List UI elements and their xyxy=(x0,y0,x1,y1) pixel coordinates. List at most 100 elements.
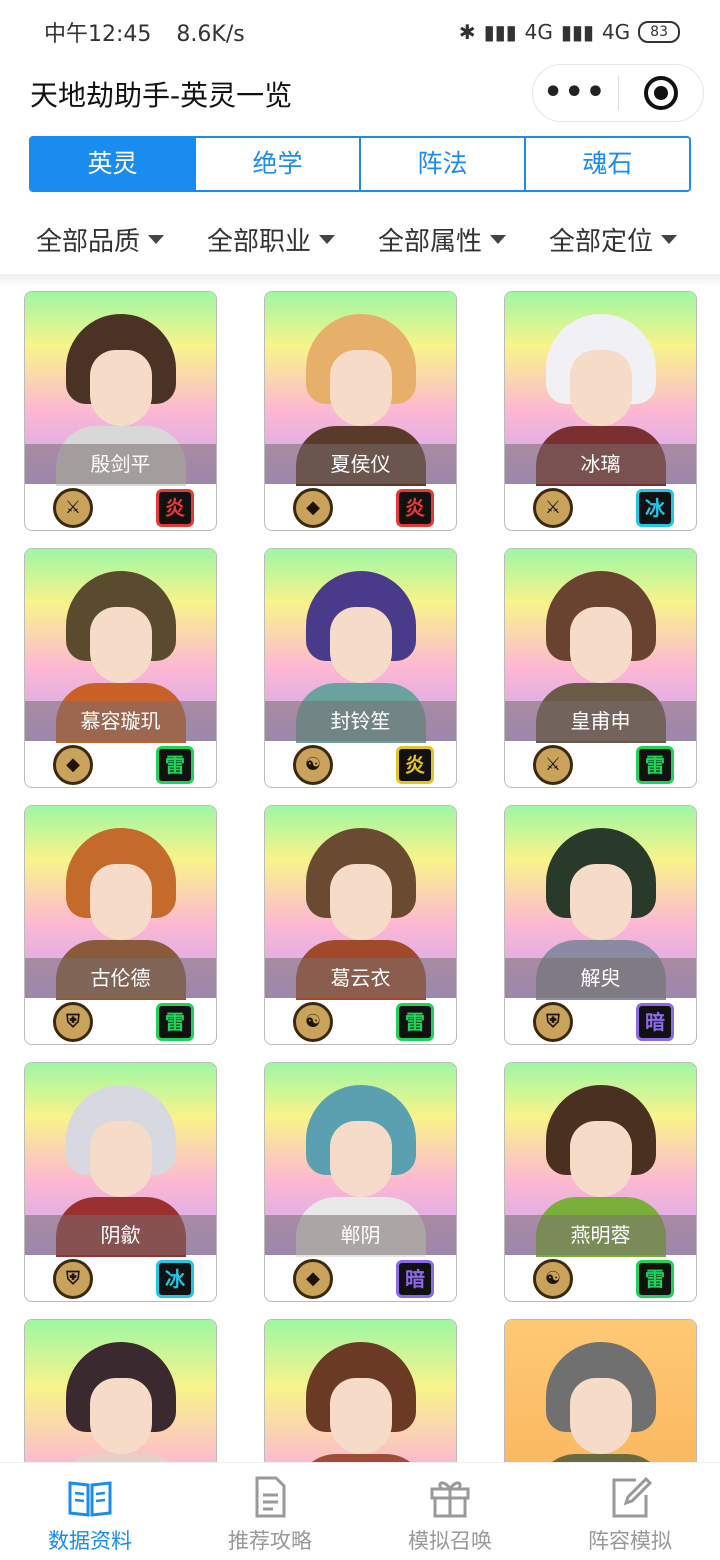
hero-face xyxy=(569,1378,632,1454)
tab-formations[interactable]: 阵法 xyxy=(359,138,524,190)
hero-body xyxy=(295,1454,426,1462)
hero-body xyxy=(55,1454,186,1462)
hero-card[interactable]: 封铃笙 ☯ 炎 xyxy=(264,548,457,788)
class-icon: ⛨ xyxy=(53,1002,93,1042)
more-menu-button[interactable]: ••• xyxy=(533,64,618,122)
class-icon: ☯ xyxy=(293,745,333,785)
caret-down-icon xyxy=(490,234,507,244)
tab-soul-stones[interactable]: 魂石 xyxy=(524,138,689,190)
hero-badges: ☯ 炎 xyxy=(265,741,456,787)
hero-name: 夏侯仪 xyxy=(265,444,456,484)
element-icon: 冰 xyxy=(156,1260,194,1298)
network-type-1: 4G xyxy=(524,20,553,44)
status-speed: 8.6K/s xyxy=(176,22,245,47)
hero-card[interactable]: 慕容璇玑 ◆ 雷 xyxy=(24,548,217,788)
bottom-nav: 数据资料 推荐攻略 模拟召唤 阵容模拟 xyxy=(0,1462,720,1560)
element-icon: 暗 xyxy=(636,1003,674,1041)
gift-icon xyxy=(430,1481,470,1518)
signal-icon: ▮▮▮ xyxy=(483,20,517,44)
nav-summon[interactable]: 模拟召唤 xyxy=(360,1463,540,1560)
caret-down-icon xyxy=(661,234,678,244)
element-icon: 炎 xyxy=(396,489,434,527)
hero-card[interactable]: 皇甫申 ⚔ 雷 xyxy=(504,548,697,788)
hero-face xyxy=(329,1378,392,1454)
filter-element[interactable]: 全部属性 xyxy=(378,206,549,272)
hero-name: 封铃笙 xyxy=(265,701,456,741)
status-time: 中午12:45 xyxy=(44,22,152,47)
target-icon xyxy=(643,76,678,110)
mini-program-capsule: ••• xyxy=(532,64,704,122)
hero-card[interactable]: 阴歙 ⛨ 冰 xyxy=(24,1062,217,1302)
class-icon: ☯ xyxy=(533,1259,573,1299)
hero-card[interactable]: 夏侯仪 ◆ 炎 xyxy=(264,291,457,531)
hero-figure xyxy=(55,1342,186,1462)
close-program-button[interactable] xyxy=(619,76,704,110)
nav-label: 模拟召唤 xyxy=(408,1529,492,1553)
hero-badges: ◆ 暗 xyxy=(265,1255,456,1301)
class-icon: ⛨ xyxy=(53,1259,93,1299)
tab-skills[interactable]: 绝学 xyxy=(194,138,359,190)
hero-card[interactable] xyxy=(24,1319,217,1462)
class-icon: ☯ xyxy=(293,1002,333,1042)
hero-body xyxy=(535,1454,666,1462)
hero-card[interactable]: 葛云衣 ☯ 雷 xyxy=(264,805,457,1045)
page-title: 天地劫助手-英灵一览 xyxy=(30,79,293,112)
filter-shadow xyxy=(0,274,720,286)
nav-guides[interactable]: 推荐攻略 xyxy=(180,1463,360,1560)
class-icon: ◆ xyxy=(293,488,333,528)
hero-badges: ⚔ 雷 xyxy=(505,741,696,787)
status-left: 中午12:45 8.6K/s xyxy=(44,16,263,48)
nav-label: 数据资料 xyxy=(48,1529,132,1553)
element-icon: 雷 xyxy=(636,746,674,784)
hero-grid: 殷剑平 ⚔ 炎夏侯仪 ◆ 炎冰璃 ⚔ 冰慕容璇玑 ◆ 雷封铃笙 ☯ 炎皇甫申 ⚔ 雷古伦德 ⛨ 雷葛云衣 ☯ 雷… xyxy=(0,290,720,1462)
hero-badges: ☯ 雷 xyxy=(265,998,456,1044)
hero-face xyxy=(569,1121,632,1197)
hero-card[interactable]: 殷剑平 ⚔ 炎 xyxy=(24,291,217,531)
filter-label: 全部属性 xyxy=(378,226,483,257)
hero-face xyxy=(89,1378,152,1454)
class-icon: ⚔ xyxy=(533,745,573,785)
nav-data[interactable]: 数据资料 xyxy=(0,1463,180,1560)
filter-bar: 全部品质 全部职业 全部属性 全部定位 xyxy=(0,206,720,272)
filter-label: 全部品质 xyxy=(36,226,141,257)
caret-down-icon xyxy=(148,234,165,244)
class-icon: ⚔ xyxy=(53,488,93,528)
filter-class[interactable]: 全部职业 xyxy=(207,206,378,272)
hero-face xyxy=(329,350,392,426)
hero-face xyxy=(569,864,632,940)
element-icon: 雷 xyxy=(156,746,194,784)
tab-heroes[interactable]: 英灵 xyxy=(31,138,194,190)
hero-face xyxy=(569,350,632,426)
filter-role[interactable]: 全部定位 xyxy=(549,206,720,272)
hero-face xyxy=(329,864,392,940)
hero-name: 古伦德 xyxy=(25,958,216,998)
class-icon: ◆ xyxy=(53,745,93,785)
filter-quality[interactable]: 全部品质 xyxy=(36,206,207,272)
hero-card[interactable]: 郸阴 ◆ 暗 xyxy=(264,1062,457,1302)
hero-face xyxy=(89,607,152,683)
hero-face xyxy=(329,1121,392,1197)
hero-badges: ◆ 炎 xyxy=(265,484,456,530)
element-icon: 雷 xyxy=(636,1260,674,1298)
hero-card[interactable]: 古伦德 ⛨ 雷 xyxy=(24,805,217,1045)
hero-figure xyxy=(535,1342,666,1462)
hero-card[interactable]: 燕明蓉 ☯ 雷 xyxy=(504,1062,697,1302)
hero-card[interactable] xyxy=(264,1319,457,1462)
hero-card[interactable]: 解臾 ⛨ 暗 xyxy=(504,805,697,1045)
element-icon: 炎 xyxy=(156,489,194,527)
hero-badges: ⚔ 冰 xyxy=(505,484,696,530)
hero-name: 解臾 xyxy=(505,958,696,998)
hero-card[interactable] xyxy=(504,1319,697,1462)
class-icon: ◆ xyxy=(293,1259,333,1299)
filter-label: 全部职业 xyxy=(207,226,312,257)
nav-lineup[interactable]: 阵容模拟 xyxy=(540,1463,720,1560)
hero-name: 阴歙 xyxy=(25,1215,216,1255)
caret-down-icon xyxy=(319,234,336,244)
book-icon xyxy=(68,1481,112,1517)
hero-face xyxy=(89,864,152,940)
hero-portrait xyxy=(265,1320,456,1462)
hero-badges: ⛨ 冰 xyxy=(25,1255,216,1301)
document-icon xyxy=(255,1476,286,1518)
hero-card[interactable]: 冰璃 ⚔ 冰 xyxy=(504,291,697,531)
hero-name: 冰璃 xyxy=(505,444,696,484)
